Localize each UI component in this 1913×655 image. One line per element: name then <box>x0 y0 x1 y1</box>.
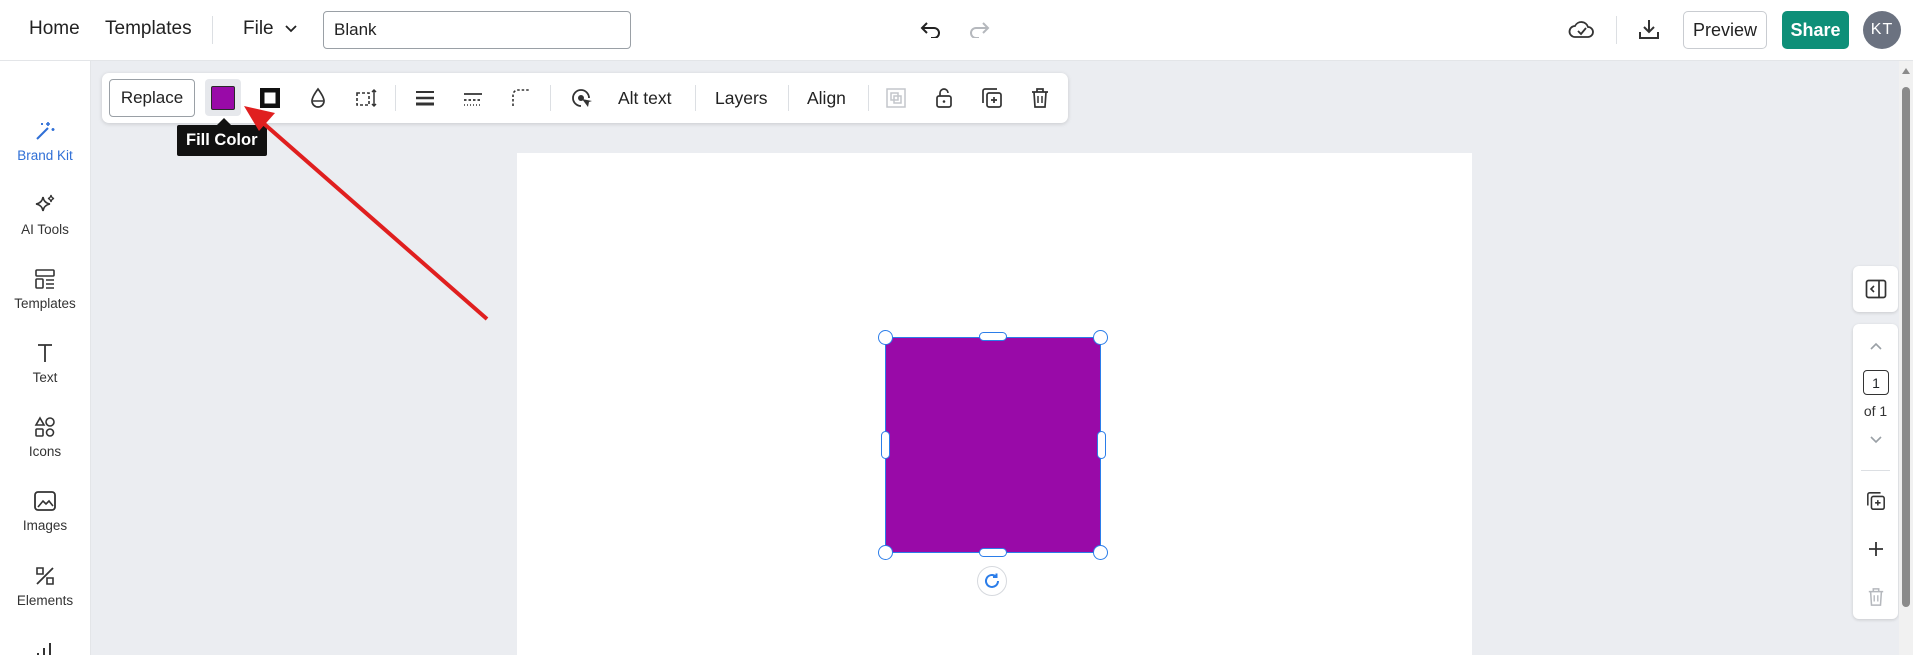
add-page-button[interactable] <box>1853 536 1898 562</box>
scrollbar-thumb[interactable] <box>1902 87 1910 607</box>
delete-page-button <box>1853 584 1898 610</box>
chevron-down-icon <box>1869 436 1882 444</box>
scroll-up-arrow[interactable] <box>1902 68 1910 74</box>
trash-icon <box>1868 588 1883 606</box>
duplicate-icon <box>1866 492 1885 510</box>
current-page-number[interactable]: 1 <box>1863 370 1889 395</box>
previous-page-button[interactable] <box>1853 336 1898 356</box>
vertical-scrollbar[interactable] <box>1899 61 1913 655</box>
page-count-label: of 1 <box>1863 403 1888 419</box>
plus-icon <box>1868 542 1883 556</box>
panel-toggle-button[interactable] <box>1853 266 1898 312</box>
chevron-up-icon <box>1869 342 1882 350</box>
panel-collapse-icon <box>1865 279 1886 299</box>
page-navigator: 1 of 1 <box>1853 324 1898 619</box>
annotation-arrow <box>244 106 489 321</box>
divider <box>1861 470 1890 471</box>
next-page-button[interactable] <box>1853 430 1898 450</box>
duplicate-page-button[interactable] <box>1853 488 1898 514</box>
